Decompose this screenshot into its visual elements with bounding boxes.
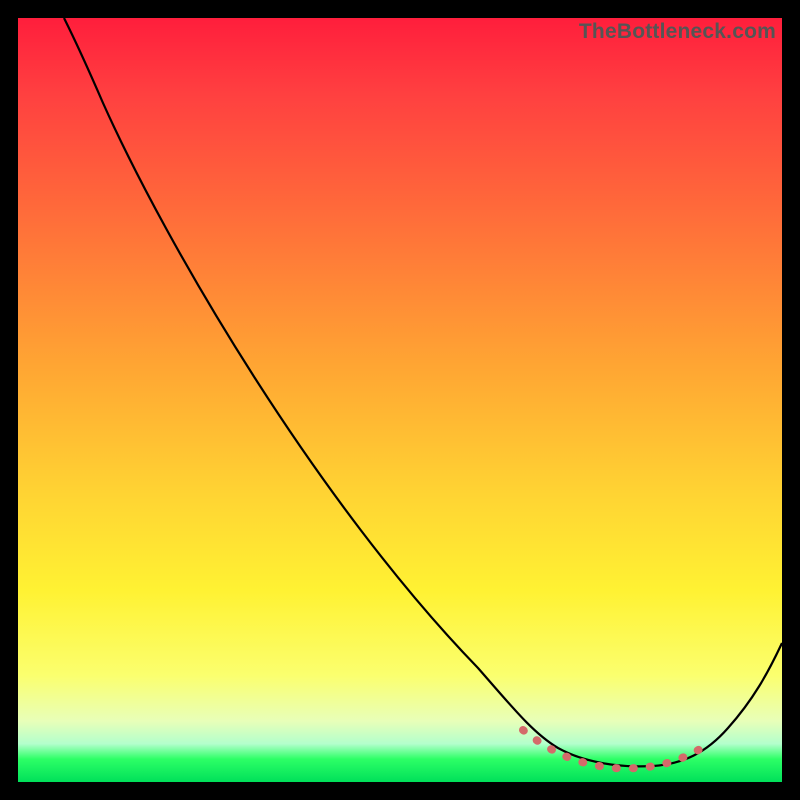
chart-frame: TheBottleneck.com — [0, 0, 800, 800]
bottleneck-curve-svg — [18, 18, 782, 782]
chart-plot-area: TheBottleneck.com — [18, 18, 782, 782]
watermark-text: TheBottleneck.com — [579, 20, 776, 44]
optimal-range-dots — [523, 730, 708, 768]
bottleneck-curve-line — [64, 18, 782, 766]
